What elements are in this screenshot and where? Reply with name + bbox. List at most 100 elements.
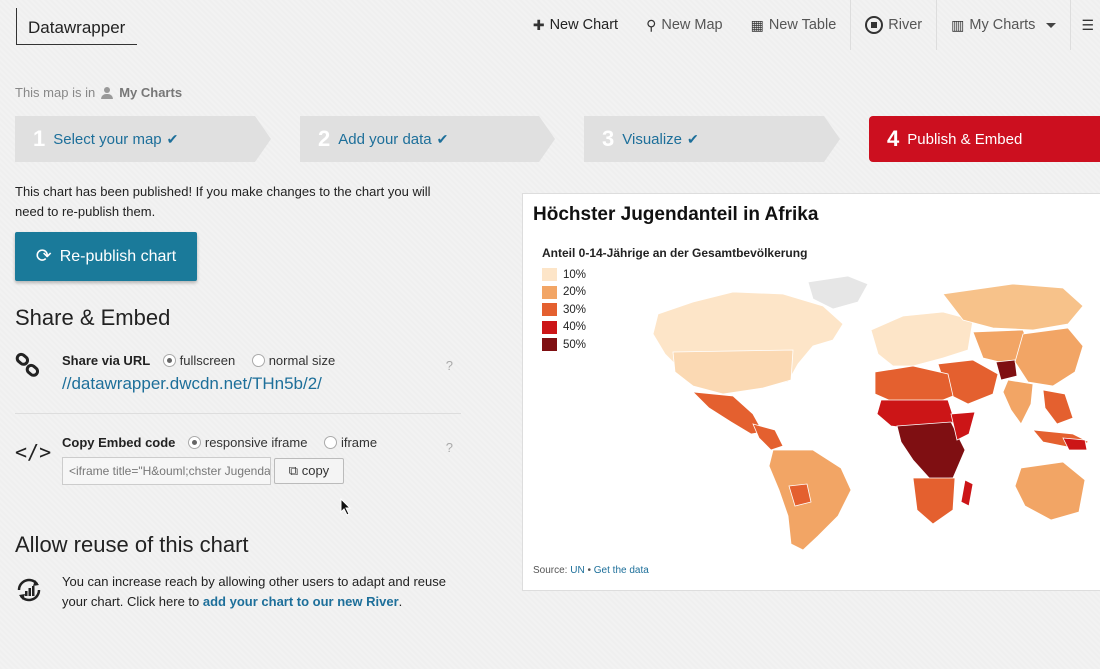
india-region (1002, 379, 1034, 425)
responsive-iframe-label: responsive iframe (204, 435, 308, 450)
plus-icon: ✚ (532, 16, 545, 33)
step-number: 4 (887, 126, 900, 151)
bar-chart-icon: ▥ (951, 16, 965, 33)
china-region (1014, 327, 1084, 387)
river-link[interactable]: River (851, 0, 936, 50)
reuse-description: You can increase reach by allowing other… (62, 572, 462, 612)
world-choropleth-map (652, 275, 1090, 551)
step-number: 2 (318, 126, 331, 151)
help-icon[interactable]: ? (446, 358, 453, 373)
new-guinea-region (1062, 437, 1088, 451)
legend-swatch (542, 338, 557, 352)
usa-region (672, 349, 794, 395)
table-icon: ▦ (750, 16, 764, 33)
river-add-link[interactable]: add your chart to our new River (203, 594, 399, 609)
new-table-label: New Table (768, 17, 837, 33)
step-label: Add your data (338, 130, 432, 148)
breadcrumb-folder-link[interactable]: My Charts (119, 85, 182, 100)
legend-swatch (542, 285, 557, 299)
southeast-asia-region (1042, 389, 1074, 425)
normal-size-radio[interactable] (251, 354, 265, 367)
new-chart-link[interactable]: ✚ New Chart (519, 0, 632, 50)
step-label: Publish & Embed (907, 130, 1023, 148)
share-url-link[interactable]: //datawrapper.dwcdn.net/THn5b/2/ (62, 374, 322, 394)
legend-item: 10% (542, 266, 586, 284)
copy-button[interactable]: ⧉ copy (274, 458, 344, 484)
reuse-suffix: . (398, 594, 403, 609)
responsive-iframe-radio[interactable] (187, 436, 201, 449)
river-reuse-icon (15, 576, 43, 609)
normal-size-label: normal size (268, 353, 336, 368)
source-link[interactable]: UN (570, 565, 584, 576)
chart-title: Höchster Jugendanteil in Afrika (533, 204, 819, 225)
share-url-title: Share via URL (62, 353, 151, 368)
step-add-data[interactable]: 2 Add your data ✔ (300, 116, 555, 162)
chart-source: Source: UN • Get the data (533, 565, 649, 576)
step-select-map[interactable]: 1 Select your map ✔ (15, 116, 271, 162)
reuse-heading: Allow reuse of this chart (15, 532, 249, 557)
chart-preview: Höchster Jugendanteil in Afrika Anteil 0… (522, 193, 1100, 591)
breadcrumb-prefix: This map is in (15, 85, 96, 100)
new-table-link[interactable]: ▦ New Table (737, 0, 851, 50)
southern-africa-region (912, 477, 956, 525)
step-label: Visualize (622, 130, 683, 148)
central-america-region (752, 423, 784, 451)
legend-swatch (542, 320, 557, 334)
afghanistan-region (995, 359, 1018, 381)
europe-region (870, 311, 974, 367)
share-url-section: Share via URL fullscreen normal size ? /… (15, 352, 461, 402)
legend-label: 20% (563, 286, 587, 299)
code-icon: </> (15, 440, 52, 464)
checkmark-icon: ✔ (687, 130, 699, 147)
legend-swatch (542, 268, 557, 282)
embed-code-field[interactable]: <iframe title="H&ouml;chster Jugendantei… (62, 457, 271, 485)
legend-swatch (542, 303, 557, 317)
chevron-down-icon (1046, 22, 1057, 28)
checkmark-icon: ✔ (166, 130, 179, 147)
refresh-icon: ⟳ (35, 246, 52, 267)
new-map-label: New Map (661, 17, 723, 33)
fullscreen-label: fullscreen (179, 353, 236, 368)
link-icon (15, 352, 41, 384)
source-prefix: Source: (533, 565, 571, 576)
datawrapper-logo[interactable]: Datawrapper (16, 8, 137, 45)
mouse-cursor-icon (340, 498, 352, 516)
legend-label: 10% (563, 268, 587, 281)
iframe-label: iframe (340, 435, 378, 450)
copy-label: copy (301, 463, 330, 478)
help-icon[interactable]: ? (446, 440, 453, 455)
map-marker-icon: ⚲ (646, 16, 657, 33)
fullscreen-radio[interactable] (162, 354, 176, 367)
user-icon (101, 86, 114, 99)
step-visualize[interactable]: 3 Visualize ✔ (584, 116, 840, 162)
step-number: 3 (602, 126, 615, 151)
step-label: Select your map (53, 130, 162, 148)
step-publish-embed[interactable]: 4 Publish & Embed (869, 116, 1100, 162)
embed-title: Copy Embed code (62, 435, 176, 450)
madagascar-region (960, 479, 974, 507)
publish-message: This chart has been published! If you ma… (15, 184, 431, 219)
my-charts-label: My Charts (969, 17, 1036, 33)
new-chart-label: New Chart (549, 17, 619, 33)
hamburger-menu[interactable]: ☰ (1071, 0, 1100, 50)
legend-item: 30% (542, 301, 586, 319)
map-legend: 10% 20% 30% 40% 50% (542, 266, 586, 354)
legend-label: 40% (563, 321, 587, 334)
get-data-link[interactable]: Get the data (594, 565, 649, 576)
menu-icon: ☰ (1081, 16, 1094, 33)
mexico-region (691, 391, 764, 435)
australia-region (1014, 461, 1086, 521)
republish-button[interactable]: ⟳ Re-publish chart (15, 232, 197, 281)
step-number: 1 (33, 126, 46, 151)
breadcrumb: This map is in My Charts (15, 85, 182, 100)
legend-item: 20% (542, 284, 586, 302)
river-label: River (888, 17, 923, 33)
share-embed-heading: Share & Embed (15, 305, 171, 330)
river-icon (865, 16, 884, 34)
top-navigation: ✚ New Chart ⚲ New Map ▦ New Table River … (519, 0, 1100, 50)
section-divider (15, 413, 461, 414)
source-separator: • (584, 565, 594, 576)
my-charts-dropdown[interactable]: ▥ My Charts (937, 0, 1070, 50)
new-map-link[interactable]: ⚲ New Map (632, 0, 737, 50)
iframe-radio[interactable] (323, 436, 337, 449)
